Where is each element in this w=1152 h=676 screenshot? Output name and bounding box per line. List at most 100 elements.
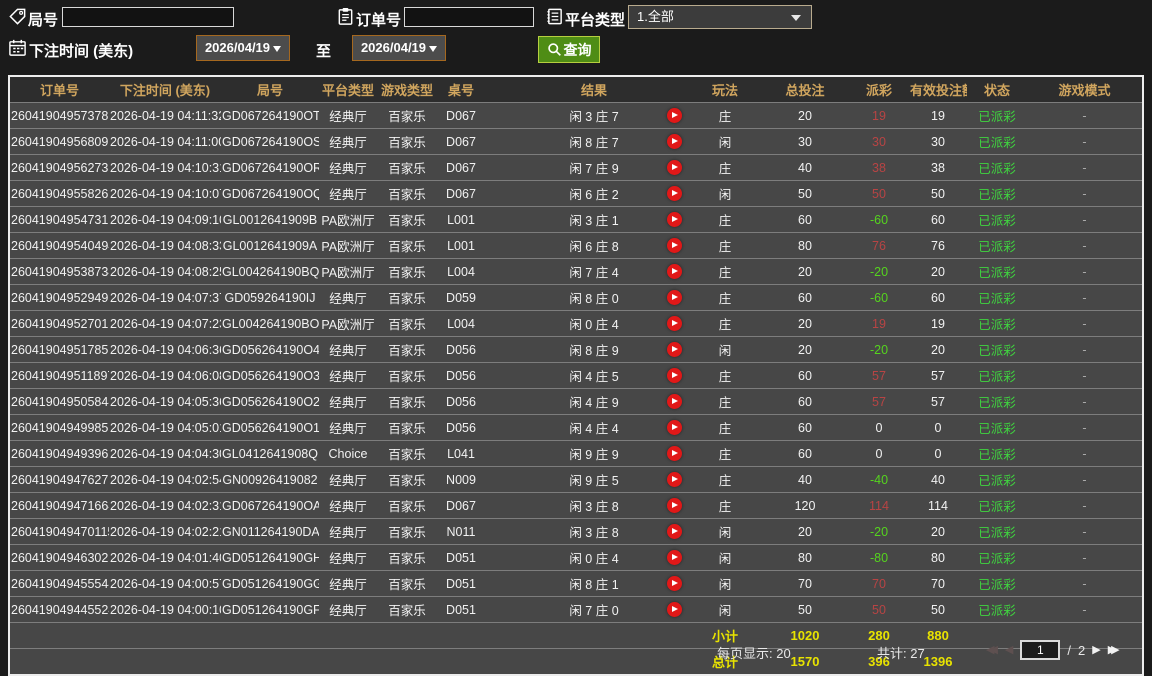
cell-total-bet: 40 xyxy=(761,154,849,181)
cell-play xyxy=(659,232,689,259)
total-pages: 2 xyxy=(1078,642,1086,658)
replay-play-icon[interactable] xyxy=(666,264,682,280)
cell-order-no: 260419049505844 xyxy=(9,388,109,415)
prev-page-icon[interactable]: ◀ xyxy=(1005,640,1013,660)
replay-play-icon[interactable] xyxy=(666,420,682,436)
replay-play-icon[interactable] xyxy=(666,342,682,358)
cell-play xyxy=(659,128,689,155)
cell-bet-type: 闲 xyxy=(689,570,761,597)
replay-play-icon[interactable] xyxy=(666,394,682,410)
cell-platform: 经典厅 xyxy=(319,154,377,181)
cell-bet-type: 庄 xyxy=(689,492,761,519)
cell-total-bet: 120 xyxy=(761,492,849,519)
cell-game-type: 百家乐 xyxy=(377,284,437,311)
cell-table-no: D051 xyxy=(437,544,485,571)
game-no-input[interactable] xyxy=(62,7,234,27)
cell-game-no: GD051264190GG xyxy=(221,570,319,597)
replay-play-icon[interactable] xyxy=(666,524,682,540)
replay-play-icon[interactable] xyxy=(666,186,682,202)
replay-play-icon[interactable] xyxy=(666,238,682,254)
table-row: 260419049558269 2026-04-19 04:10:07 GD0672… xyxy=(9,180,1143,207)
table-row: 260419049547319 2026-04-19 04:09:10 GL0012… xyxy=(9,206,1143,233)
cell-status: 已派彩 xyxy=(967,544,1027,571)
table-row: 260419049471664 2026-04-19 04:02:31 GD0672… xyxy=(9,492,1143,519)
replay-play-icon[interactable] xyxy=(666,498,682,514)
cell-result: 闲 4 庄 4 xyxy=(485,414,659,441)
cell-status: 已派彩 xyxy=(967,128,1027,155)
cell-total-bet: 60 xyxy=(761,388,849,415)
column-header: 玩法 xyxy=(689,76,761,103)
column-header: 游戏模式 xyxy=(1027,76,1143,103)
cell-bet-type: 庄 xyxy=(689,102,761,129)
date-from-picker[interactable]: 2026/04/19 xyxy=(196,35,290,61)
table-row: 260419049540494 2026-04-19 04:08:33 GL0012… xyxy=(9,232,1143,259)
replay-play-icon[interactable] xyxy=(666,316,682,332)
column-header: 游戏类型 xyxy=(377,76,437,103)
cell-platform: 经典厅 xyxy=(319,544,377,571)
replay-play-icon[interactable] xyxy=(666,472,682,488)
cell-game-no: GL0012641909B xyxy=(221,206,319,233)
cell-game-type: 百家乐 xyxy=(377,258,437,285)
cell-bet-time: 2026-04-19 04:02:54 xyxy=(109,466,221,493)
replay-play-icon[interactable] xyxy=(666,134,682,150)
cell-game-no: GD067264190OA xyxy=(221,492,319,519)
cell-game-type: 百家乐 xyxy=(377,518,437,545)
cell-table-no: D056 xyxy=(437,336,485,363)
next-page-icon[interactable]: ▶ xyxy=(1092,640,1100,660)
cell-game-no: GN00926419082 xyxy=(221,466,319,493)
cell-play xyxy=(659,180,689,207)
cell-order-no: 260419049562733 xyxy=(9,154,109,181)
cell-bet-type: 庄 xyxy=(689,258,761,285)
cell-platform: 经典厅 xyxy=(319,128,377,155)
cell-total-bet: 20 xyxy=(761,518,849,545)
search-button[interactable]: 查询 xyxy=(538,36,600,63)
replay-play-icon[interactable] xyxy=(666,108,682,124)
cell-play xyxy=(659,154,689,181)
cell-mode: - xyxy=(1027,414,1143,441)
cell-total-bet: 20 xyxy=(761,310,849,337)
list-icon xyxy=(547,8,562,25)
replay-play-icon[interactable] xyxy=(666,290,682,306)
page-separator: / xyxy=(1067,642,1072,658)
date-to-picker[interactable]: 2026/04/19 xyxy=(352,35,446,61)
replay-play-icon[interactable] xyxy=(666,446,682,462)
page-number-input[interactable] xyxy=(1020,640,1061,660)
cell-total-bet: 60 xyxy=(761,284,849,311)
cell-bet-time: 2026-04-19 04:11:00 xyxy=(109,128,221,155)
platform-type-select[interactable]: 1.全部 xyxy=(628,5,812,29)
cell-play xyxy=(659,388,689,415)
platform-type-value: 1.全部 xyxy=(637,9,674,24)
cell-order-no: 260419049568097 xyxy=(9,128,109,155)
cell-game-no: GL004264190BO xyxy=(221,310,319,337)
cell-total-bet: 60 xyxy=(761,440,849,467)
replay-play-icon[interactable] xyxy=(666,576,682,592)
replay-play-icon[interactable] xyxy=(666,550,682,566)
replay-play-icon[interactable] xyxy=(666,602,682,618)
first-page-icon[interactable]: ◀◀ xyxy=(986,640,998,660)
cell-payout: -20 xyxy=(849,258,909,285)
cell-payout: 57 xyxy=(849,388,909,415)
cell-game-type: 百家乐 xyxy=(377,544,437,571)
date-to-value: 2026/04/19 xyxy=(360,40,427,55)
cell-mode: - xyxy=(1027,596,1143,623)
cell-payout: 50 xyxy=(849,180,909,207)
cell-bet-type: 闲 xyxy=(689,180,761,207)
cell-order-no: 260419049558269 xyxy=(9,180,109,207)
cell-game-no: GD056264190O1 xyxy=(221,414,319,441)
replay-play-icon[interactable] xyxy=(666,212,682,228)
cell-result: 闲 3 庄 7 xyxy=(485,102,659,129)
cell-bet-type: 闲 xyxy=(689,336,761,363)
cell-payout: 0 xyxy=(849,440,909,467)
cell-mode: - xyxy=(1027,570,1143,597)
replay-play-icon[interactable] xyxy=(666,368,682,384)
cell-platform: 经典厅 xyxy=(319,180,377,207)
dropdown-arrow-icon xyxy=(273,46,282,52)
cell-game-type: 百家乐 xyxy=(377,102,437,129)
cell-payout: 76 xyxy=(849,232,909,259)
last-page-icon[interactable]: ▶▶ xyxy=(1108,640,1120,660)
cell-table-no: L004 xyxy=(437,310,485,337)
table-row: 260419049517857 2026-04-19 04:06:36 GD0562… xyxy=(9,336,1143,363)
replay-play-icon[interactable] xyxy=(666,160,682,176)
cell-game-no: GD056264190O3 xyxy=(221,362,319,389)
order-no-input[interactable] xyxy=(404,7,534,27)
